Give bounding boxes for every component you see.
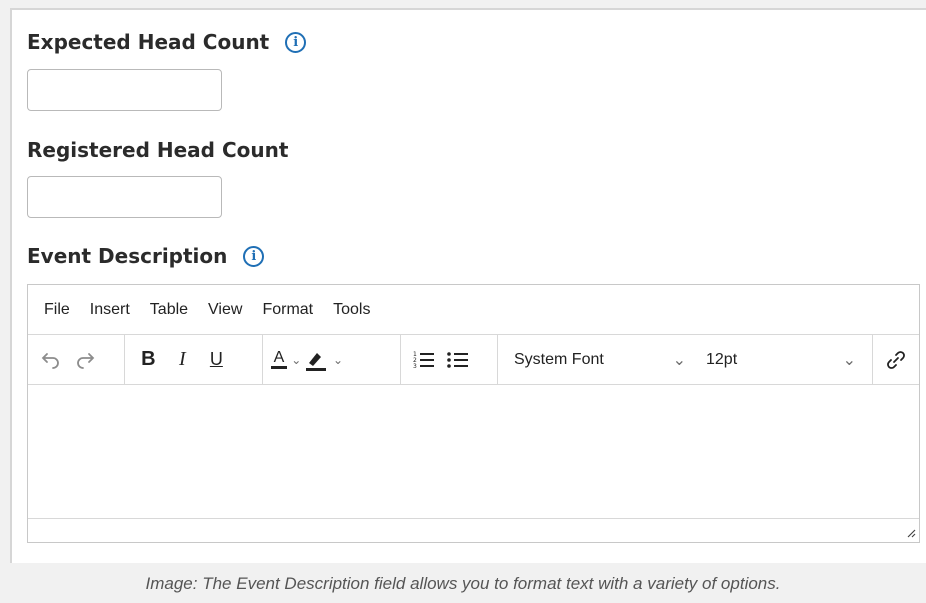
text-color-icon: A bbox=[270, 350, 288, 369]
link-button[interactable] bbox=[879, 343, 913, 377]
bold-button[interactable]: B bbox=[131, 343, 165, 377]
font-group: System Font ⌄ 12pt ⌄ bbox=[498, 335, 873, 384]
link-group bbox=[873, 335, 919, 384]
chevron-down-icon: ⌄ bbox=[291, 352, 302, 367]
chevron-down-icon: ⌄ bbox=[672, 351, 686, 369]
rich-text-editor: File Insert Table View Format Tools B I … bbox=[27, 284, 920, 543]
info-icon[interactable]: i bbox=[285, 31, 307, 53]
italic-button[interactable]: I bbox=[165, 343, 199, 377]
highlight-color-button[interactable]: ⌄ bbox=[303, 343, 343, 377]
menu-view[interactable]: View bbox=[208, 301, 242, 319]
editor-toolbar: B I U A ⌄ ⌄ 1 2 3 System Font ⌄ 12pt ⌄ bbox=[28, 335, 919, 385]
chevron-down-icon: ⌄ bbox=[333, 352, 344, 367]
numbered-list-button[interactable]: 1 2 3 bbox=[407, 343, 441, 377]
numbered-list-icon: 1 2 3 bbox=[413, 351, 434, 370]
info-icon[interactable]: i bbox=[243, 245, 265, 267]
editor-statusbar bbox=[28, 519, 919, 541]
image-caption: Image: The Event Description field allow… bbox=[145, 574, 781, 593]
font-size-select[interactable]: 12pt ⌄ bbox=[696, 350, 866, 370]
expected-head-count-input[interactable] bbox=[27, 69, 222, 111]
registered-head-count-label: Registered Head Count bbox=[27, 138, 289, 162]
highlight-icon bbox=[306, 352, 326, 371]
form-card: Expected Head Count i Registered Head Co… bbox=[10, 8, 926, 563]
editor-menubar: File Insert Table View Format Tools bbox=[28, 285, 919, 335]
undo-icon[interactable] bbox=[34, 343, 68, 377]
resize-handle-icon[interactable] bbox=[906, 528, 916, 538]
expected-head-count-label: Expected Head Count i bbox=[27, 30, 307, 54]
menu-insert[interactable]: Insert bbox=[90, 301, 130, 319]
bullet-list-button[interactable] bbox=[441, 343, 475, 377]
bullet-list-icon bbox=[446, 351, 468, 368]
history-group bbox=[28, 335, 126, 384]
color-group: A ⌄ ⌄ bbox=[263, 335, 401, 384]
event-description-label: Event Description i bbox=[27, 244, 265, 268]
menu-file[interactable]: File bbox=[44, 301, 70, 319]
menu-tools[interactable]: Tools bbox=[333, 301, 370, 319]
svg-text:3: 3 bbox=[413, 363, 417, 370]
list-group: 1 2 3 bbox=[401, 335, 498, 384]
menu-table[interactable]: Table bbox=[150, 301, 188, 319]
format-group: B I U bbox=[125, 335, 263, 384]
registered-head-count-input[interactable] bbox=[27, 176, 222, 218]
chevron-down-icon: ⌄ bbox=[842, 351, 856, 369]
editor-content-area[interactable] bbox=[28, 385, 919, 519]
link-icon bbox=[887, 350, 905, 369]
underline-button[interactable]: U bbox=[199, 343, 233, 377]
menu-format[interactable]: Format bbox=[262, 301, 313, 319]
redo-icon[interactable] bbox=[68, 343, 102, 377]
font-family-select[interactable]: System Font ⌄ bbox=[504, 350, 696, 370]
text-color-button[interactable]: A ⌄ bbox=[269, 343, 303, 377]
